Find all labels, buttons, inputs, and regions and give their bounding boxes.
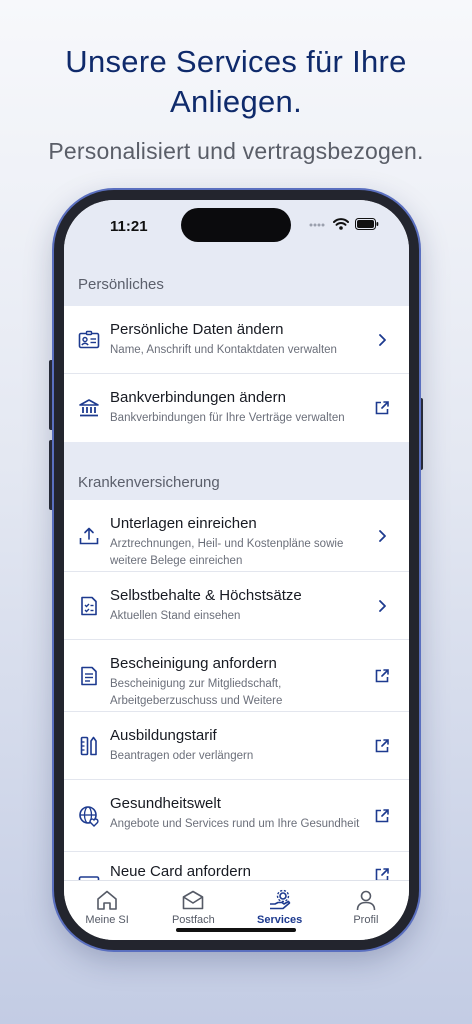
checklist-icon <box>81 596 97 615</box>
item-title: Selbstbehalte & Höchstsätze <box>110 587 302 604</box>
signal-icon <box>309 223 325 227</box>
globe-heart-icon <box>79 805 99 827</box>
item-description: Arztrechnungen, Heil- und Kostenpläne so… <box>110 538 344 567</box>
chevron-right-icon <box>379 599 386 612</box>
chevron-right-icon <box>379 333 386 346</box>
status-time: 11:21 <box>110 218 148 235</box>
external-link-icon <box>375 401 389 415</box>
document-icon <box>81 666 97 685</box>
item-title: Unterlagen einreichen <box>110 515 257 532</box>
headline: Unsere Services für Ihre Anliegen. <box>65 44 407 119</box>
ruler-pencil-icon <box>80 736 97 755</box>
home-indicator <box>176 928 296 932</box>
list-item-deductibles[interactable]: Selbstbehalte & Höchstsätze Aktuellen St… <box>64 572 409 640</box>
item-title: Bankverbindungen ändern <box>110 389 286 406</box>
list-item-bank-accounts[interactable]: Bankverbindungen ändern Bankverbindungen… <box>64 374 409 442</box>
list-item-request-certificate[interactable]: Bescheinigung anfordern Bescheinigung zu… <box>64 640 409 712</box>
wifi-icon <box>333 218 349 230</box>
id-card-icon <box>78 330 100 348</box>
subline: Personalisiert und vertragsbezogen. <box>48 138 424 164</box>
chevron-right-icon <box>379 529 386 542</box>
external-link-icon <box>375 668 389 682</box>
home-icon <box>97 890 117 910</box>
external-link-icon <box>375 738 389 752</box>
card-icon <box>78 876 100 880</box>
item-description: Aktuellen Stand einsehen <box>110 610 241 622</box>
tab-profil[interactable]: Profil <box>323 881 409 940</box>
tab-meine-si[interactable]: Meine SI <box>64 881 150 940</box>
tab-label: Profil <box>353 914 379 926</box>
list-item-new-card[interactable]: Neue Card anfordern <box>64 852 409 880</box>
item-description: Beantragen oder verlängern <box>110 750 254 762</box>
section-title-health-insurance: Krankenversicherung <box>64 442 409 500</box>
item-description: Angebote und Services rund um Ihre Gesun… <box>110 818 360 830</box>
battery-icon <box>355 218 379 230</box>
list-item-health-world[interactable]: Gesundheitswelt Angebote und Services ru… <box>64 780 409 852</box>
item-title: Ausbildungstarif <box>110 727 217 744</box>
list-item-apprentice-tariff[interactable]: Ausbildungstarif Beantragen oder verläng… <box>64 712 409 780</box>
tab-label: Meine SI <box>85 914 129 926</box>
tab-label: Postfach <box>171 914 215 926</box>
section-title-personal: Persönliches <box>64 264 409 306</box>
list-item-submit-documents[interactable]: Unterlagen einreichen Arztrechnungen, He… <box>64 500 409 572</box>
phone-screen: 11:21 Persönliches Persönliche Daten änd… <box>64 200 409 940</box>
dynamic-island <box>181 208 291 242</box>
mail-icon <box>183 890 204 910</box>
status-bar: 11:21 <box>64 200 409 264</box>
item-description: Name, Anschrift und Kontaktdaten verwalt… <box>110 344 337 356</box>
item-title: Gesundheitswelt <box>110 795 221 812</box>
external-link-icon <box>375 808 389 822</box>
phone-frame: 11:21 Persönliches Persönliche Daten änd… <box>54 190 419 950</box>
list-item-personal-data[interactable]: Persönliche Daten ändern Name, Anschrift… <box>64 306 409 374</box>
item-description: Bankverbindungen für Ihre Verträge verwa… <box>110 412 345 424</box>
item-title: Bescheinigung anfordern <box>110 655 277 672</box>
item-title: Persönliche Daten ändern <box>110 321 284 338</box>
external-link-icon <box>375 868 389 880</box>
tab-label: Services <box>256 914 303 926</box>
item-title: Neue Card anfordern <box>110 863 251 880</box>
bank-icon <box>79 399 99 417</box>
item-description: Bescheinigung zur Mitgliedschaft, Arbeit… <box>110 678 283 707</box>
person-icon <box>356 890 376 911</box>
services-list[interactable]: Persönliches Persönliche Daten ändern Na… <box>64 264 409 880</box>
services-gear-icon <box>269 889 290 910</box>
upload-icon <box>79 527 99 544</box>
